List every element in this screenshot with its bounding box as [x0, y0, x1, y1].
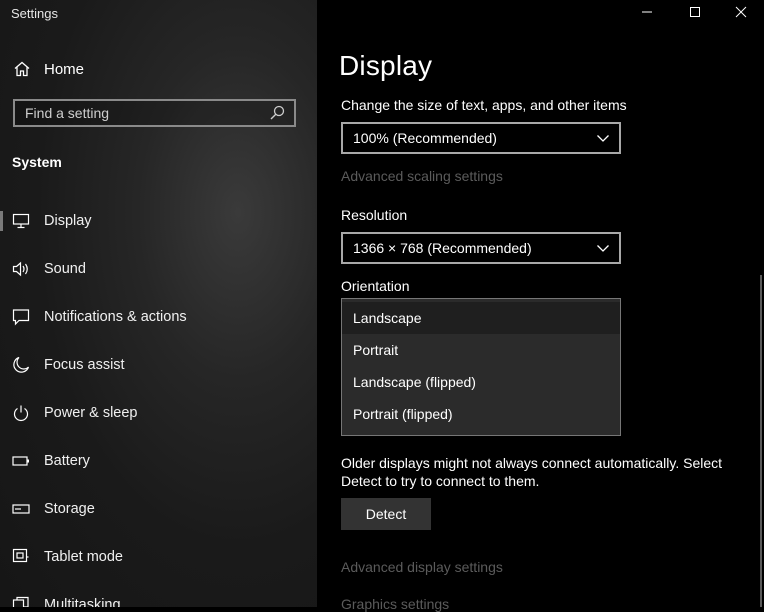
maximize-icon — [689, 6, 701, 18]
speaker-icon — [12, 260, 30, 278]
monitor-icon — [12, 212, 30, 230]
graphics-settings-link[interactable]: Graphics settings — [341, 596, 449, 612]
chevron-down-icon — [595, 130, 611, 146]
home-nav-item[interactable]: Home — [12, 58, 84, 80]
scale-dropdown[interactable]: 100% (Recommended) — [341, 122, 621, 154]
resolution-dropdown[interactable]: 1366 × 768 (Recommended) — [341, 232, 621, 264]
minimize-icon — [641, 6, 653, 18]
sidebar: Settings Home Find a setting System Disp… — [0, 0, 317, 607]
battery-icon — [12, 452, 30, 470]
power-icon — [12, 404, 30, 422]
sidebar-item-tablet-mode[interactable]: Tablet mode — [0, 537, 317, 577]
sidebar-item-label: Storage — [44, 501, 95, 517]
maximize-button[interactable] — [672, 0, 718, 24]
sidebar-item-label: Multitasking — [44, 597, 121, 607]
scale-label: Change the size of text, apps, and other… — [341, 97, 627, 113]
orientation-label: Orientation — [341, 278, 410, 294]
orientation-option-landscape-flipped[interactable]: Landscape (flipped) — [342, 366, 620, 398]
sidebar-item-label: Battery — [44, 453, 90, 469]
app-title: Settings — [11, 6, 58, 21]
minimize-button[interactable] — [624, 0, 670, 24]
orientation-option-portrait[interactable]: Portrait — [342, 334, 620, 366]
search-icon[interactable] — [268, 104, 286, 122]
sidebar-item-display[interactable]: Display — [0, 201, 317, 241]
advanced-display-link[interactable]: Advanced display settings — [341, 559, 503, 575]
detect-button[interactable]: Detect — [341, 498, 431, 530]
scale-value: 100% (Recommended) — [353, 130, 497, 146]
chevron-down-icon — [595, 240, 611, 256]
sidebar-item-label: Power & sleep — [44, 405, 138, 421]
sidebar-item-label: Sound — [44, 261, 86, 277]
orientation-listbox[interactable]: Landscape Portrait Landscape (flipped) P… — [341, 298, 621, 436]
section-title: System — [12, 154, 62, 170]
resolution-label: Resolution — [341, 207, 408, 223]
page-title: Display — [339, 50, 433, 81]
storage-icon — [12, 500, 30, 518]
sidebar-item-label: Notifications & actions — [44, 309, 187, 325]
sidebar-item-sound[interactable]: Sound — [0, 249, 317, 289]
sidebar-item-label: Focus assist — [44, 357, 125, 373]
sidebar-item-storage[interactable]: Storage — [0, 489, 317, 529]
home-label: Home — [44, 60, 85, 78]
orientation-option-landscape[interactable]: Landscape — [342, 302, 620, 334]
home-icon — [12, 59, 32, 79]
detect-description: Older displays might not always connect … — [341, 455, 723, 489]
scrollbar[interactable] — [760, 275, 762, 607]
close-button[interactable] — [718, 0, 764, 24]
advanced-scaling-link[interactable]: Advanced scaling settings — [341, 168, 503, 184]
search-input[interactable]: Find a setting — [13, 99, 296, 127]
message-icon — [12, 308, 30, 326]
tablet-mode-icon — [12, 548, 30, 566]
close-icon — [735, 6, 747, 18]
sidebar-item-focus-assist[interactable]: Focus assist — [0, 345, 317, 385]
sidebar-item-label: Tablet mode — [44, 549, 123, 565]
resolution-value: 1366 × 768 (Recommended) — [353, 240, 532, 256]
orientation-option-portrait-flipped[interactable]: Portrait (flipped) — [342, 398, 620, 430]
sidebar-item-battery[interactable]: Battery — [0, 441, 317, 481]
sidebar-item-multitasking[interactable]: Multitasking — [0, 585, 317, 607]
moon-icon — [12, 356, 30, 374]
sidebar-item-power-sleep[interactable]: Power & sleep — [0, 393, 317, 433]
search-placeholder: Find a setting — [25, 105, 110, 121]
sidebar-item-label: Display — [44, 213, 92, 229]
multitasking-icon — [12, 596, 30, 607]
sidebar-item-notifications[interactable]: Notifications & actions — [0, 297, 317, 337]
